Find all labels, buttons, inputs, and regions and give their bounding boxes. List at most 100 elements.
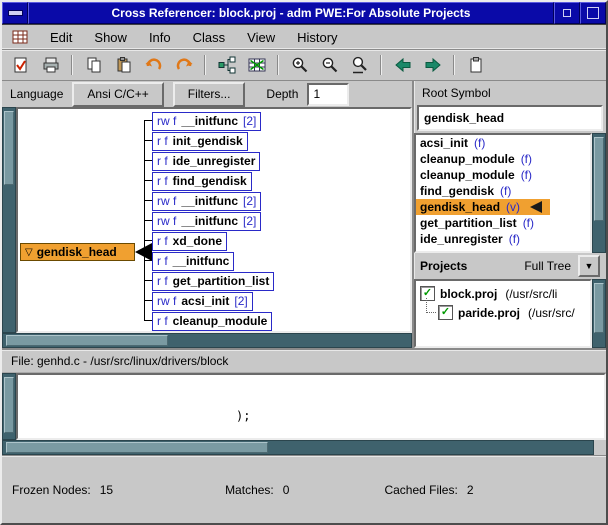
call-graph-view[interactable]: ▽ gendisk_head rw f__initfunc[2] r finit…: [16, 107, 412, 333]
grid-icon: [248, 56, 266, 74]
language-dropdown[interactable]: Ansi C/C++: [72, 82, 163, 107]
copy-icon: [85, 56, 103, 74]
root-symbol-input[interactable]: gendisk_head: [417, 105, 603, 131]
matches-label: Matches:: [225, 483, 274, 497]
code-horizontal-scrollbar[interactable]: [2, 440, 594, 455]
graph-node[interactable]: rw f__initfunc[2]: [152, 192, 261, 211]
zoom-in-icon: [291, 56, 309, 74]
graph-node[interactable]: r ffind_gendisk: [152, 172, 252, 191]
minimize-icon: [563, 9, 571, 17]
maximize-icon: [587, 7, 599, 19]
project-view-value: Full Tree: [524, 259, 571, 273]
file-header: File: genhd.c - /usr/src/linux/drivers/b…: [2, 348, 606, 373]
graph-horizontal-scrollbar[interactable]: [2, 333, 412, 348]
clipboard-icon: [467, 56, 485, 74]
graph-node[interactable]: r fide_unregister: [152, 152, 260, 171]
undo-button[interactable]: [141, 53, 166, 77]
menu-info[interactable]: Info: [149, 30, 171, 45]
menu-class[interactable]: Class: [193, 30, 226, 45]
grid-button[interactable]: [244, 53, 269, 77]
symbol-list-scrollbar[interactable]: [592, 133, 606, 253]
filters-button[interactable]: Filters...: [173, 82, 246, 107]
tree-branch-line: [426, 298, 436, 313]
graph-root-node[interactable]: ▽ gendisk_head: [20, 243, 135, 261]
back-button[interactable]: [390, 53, 415, 77]
symbol-list-item[interactable]: cleanup_module(f): [416, 151, 590, 167]
graph-node[interactable]: r finit_gendisk: [152, 132, 248, 151]
window-menu-button[interactable]: [2, 2, 28, 24]
menu-show[interactable]: Show: [94, 30, 127, 45]
controls-row: Language Ansi C/C++ Filters... Depth 1: [2, 81, 412, 107]
check-icon: ✓: [441, 307, 450, 318]
zoom-out-button[interactable]: [317, 53, 342, 77]
frozen-marker-icon: ▽: [25, 247, 33, 258]
status-bar: Frozen Nodes:15 Matches:0 Cached Files:2: [2, 455, 606, 523]
scrollbar-thumb[interactable]: [594, 283, 604, 333]
scrollbar-thumb[interactable]: [6, 335, 168, 346]
code-vertical-scrollbar[interactable]: [2, 373, 16, 440]
graph-node[interactable]: r fxd_done: [152, 232, 227, 251]
scrollbar-thumb[interactable]: [4, 111, 14, 185]
verify-button[interactable]: [8, 53, 33, 77]
project-list-item[interactable]: ✓ block.proj (/usr/src/li: [416, 284, 590, 303]
project-list-item[interactable]: ✓ paride.proj (/usr/src/: [416, 303, 590, 322]
frozen-nodes-value: 15: [100, 483, 113, 497]
back-icon: [394, 56, 412, 74]
menu-edit[interactable]: Edit: [50, 30, 72, 45]
print-button[interactable]: [38, 53, 63, 77]
symbol-list-item[interactable]: cleanup_module(f): [416, 167, 590, 183]
zoom-select-icon: [351, 56, 369, 74]
menu-view[interactable]: View: [247, 30, 275, 45]
chevron-down-icon: ▼: [585, 261, 594, 271]
redo-button[interactable]: [171, 53, 196, 77]
project-list-scrollbar[interactable]: [592, 279, 606, 348]
maximize-button[interactable]: [580, 2, 606, 24]
symbol-list-item-selected[interactable]: gendisk_head(v): [416, 199, 550, 215]
title-bar[interactable]: Cross Referencer: block.proj - adm PWE:F…: [2, 2, 606, 25]
undo-icon: [145, 56, 163, 74]
symbol-panel: Root Symbol gendisk_head acsi_init(f) cl…: [412, 81, 606, 348]
toolbar: [2, 50, 606, 81]
minimize-button[interactable]: [554, 2, 580, 24]
project-checkbox[interactable]: ✓: [438, 305, 453, 320]
toolbar-separator: [204, 55, 206, 75]
graph-node[interactable]: rw facsi_init[2]: [152, 292, 253, 311]
zoom-select-button[interactable]: [347, 53, 372, 77]
depth-label: Depth: [266, 87, 298, 101]
scrollbar-thumb[interactable]: [594, 137, 604, 221]
graph-node[interactable]: r fget_partition_list: [152, 272, 274, 291]
graph-vertical-scrollbar[interactable]: [2, 107, 16, 333]
graph-node[interactable]: rw f__initfunc[2]: [152, 112, 261, 131]
app-grid-icon[interactable]: [12, 30, 28, 44]
symbol-list-item[interactable]: acsi_init(f): [416, 135, 590, 151]
symbol-list: acsi_init(f) cleanup_module(f) cleanup_m…: [414, 133, 592, 253]
toolbar-separator: [380, 55, 382, 75]
hierarchy-icon: [218, 56, 236, 74]
clipboard-button[interactable]: [463, 53, 488, 77]
symbol-list-item[interactable]: find_gendisk(f): [416, 183, 590, 199]
forward-button[interactable]: [420, 53, 445, 77]
source-code-view[interactable]: ); struct gendisk *gendisk_head = NULL; …: [16, 373, 606, 440]
project-view-dropdown[interactable]: Full Tree ▼: [524, 255, 600, 277]
paste-button[interactable]: [111, 53, 136, 77]
depth-input[interactable]: 1: [307, 83, 349, 106]
scrollbar-thumb[interactable]: [4, 377, 14, 433]
graph-node[interactable]: r f__initfunc: [152, 252, 234, 271]
matches-value: 0: [283, 483, 290, 497]
symbol-list-item[interactable]: ide_unregister(f): [416, 231, 590, 247]
graph-node[interactable]: r fcleanup_module: [152, 312, 272, 331]
file-title: File: genhd.c - /usr/src/linux/drivers/b…: [11, 354, 228, 368]
zoom-in-button[interactable]: [287, 53, 312, 77]
paste-icon: [115, 56, 133, 74]
graph-node[interactable]: rw f__initfunc[2]: [152, 212, 261, 231]
symbol-list-item[interactable]: get_partition_list(f): [416, 215, 590, 231]
app-window: Cross Referencer: block.proj - adm PWE:F…: [0, 0, 608, 525]
dropdown-button[interactable]: ▼: [578, 255, 600, 277]
hierarchy-button[interactable]: [214, 53, 239, 77]
zoom-out-icon: [321, 56, 339, 74]
copy-button[interactable]: [81, 53, 106, 77]
root-node-label: gendisk_head: [37, 245, 117, 259]
scrollbar-thumb[interactable]: [6, 442, 268, 453]
language-label: Language: [10, 87, 63, 101]
menu-history[interactable]: History: [297, 30, 337, 45]
